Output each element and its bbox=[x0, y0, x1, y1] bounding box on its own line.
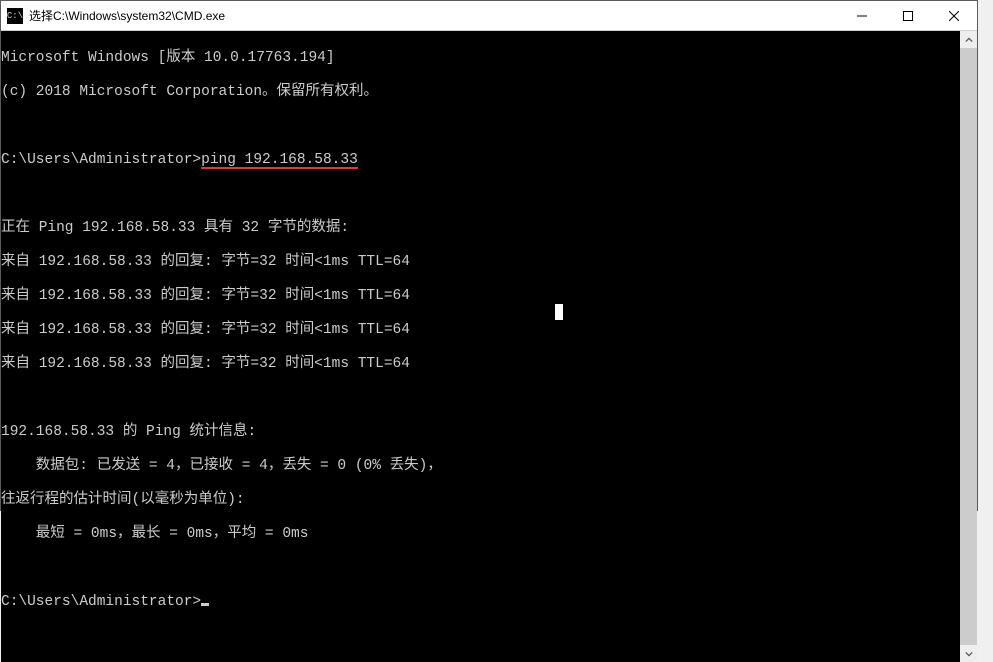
terminal-area: Microsoft Windows [版本 10.0.17763.194] (c… bbox=[1, 31, 977, 662]
maximize-button[interactable] bbox=[885, 1, 931, 30]
ping-reply: 来自 192.168.58.33 的回复: 字节=32 时间<1ms TTL=6… bbox=[1, 288, 960, 305]
titlebar[interactable]: C:\ 选择C:\Windows\system32\CMD.exe bbox=[1, 1, 977, 31]
ping-command: ping 192.168.58.33 bbox=[201, 153, 358, 169]
blank-line bbox=[1, 118, 960, 135]
copyright-line: (c) 2018 Microsoft Corporation。保留所有权利。 bbox=[1, 84, 960, 101]
text-cursor bbox=[201, 603, 209, 606]
cmd-window: C:\ 选择C:\Windows\system32\CMD.exe Micros… bbox=[0, 0, 978, 511]
ping-header: 正在 Ping 192.168.58.33 具有 32 字节的数据: bbox=[1, 220, 960, 237]
prompt-prefix: C:\Users\Administrator> bbox=[1, 594, 201, 610]
stats-packets: 数据包: 已发送 = 4，已接收 = 4，丢失 = 0 (0% 丢失)， bbox=[1, 458, 960, 475]
banner-line: Microsoft Windows [版本 10.0.17763.194] bbox=[1, 50, 960, 67]
prompt-line: C:\Users\Administrator>ping 192.168.58.3… bbox=[1, 152, 960, 169]
blank-line bbox=[1, 560, 960, 577]
rtt-values: 最短 = 0ms，最长 = 0ms，平均 = 0ms bbox=[1, 526, 960, 543]
minimize-button[interactable] bbox=[839, 1, 885, 30]
window-controls bbox=[839, 1, 977, 30]
blank-line bbox=[1, 186, 960, 203]
ping-reply: 来自 192.168.58.33 的回复: 字节=32 时间<1ms TTL=6… bbox=[1, 356, 960, 373]
stats-header: 192.168.58.33 的 Ping 统计信息: bbox=[1, 424, 960, 441]
scroll-thumb[interactable] bbox=[960, 48, 977, 645]
ping-reply: 来自 192.168.58.33 的回复: 字节=32 时间<1ms TTL=6… bbox=[1, 254, 960, 271]
rtt-header: 往返行程的估计时间(以毫秒为单位): bbox=[1, 492, 960, 509]
scroll-up-button[interactable] bbox=[960, 31, 977, 48]
scroll-track[interactable] bbox=[960, 48, 977, 645]
ping-reply: 来自 192.168.58.33 的回复: 字节=32 时间<1ms TTL=6… bbox=[1, 322, 960, 339]
prompt-line: C:\Users\Administrator> bbox=[1, 594, 960, 611]
close-button[interactable] bbox=[931, 1, 977, 30]
vertical-scrollbar[interactable] bbox=[960, 31, 977, 662]
app-icon: C:\ bbox=[7, 8, 23, 24]
prompt-prefix: C:\Users\Administrator> bbox=[1, 152, 201, 168]
scroll-down-button[interactable] bbox=[960, 645, 977, 662]
blank-line bbox=[1, 390, 960, 407]
terminal[interactable]: Microsoft Windows [版本 10.0.17763.194] (c… bbox=[1, 31, 960, 662]
selection-cursor bbox=[555, 304, 563, 320]
window-title: 选择C:\Windows\system32\CMD.exe bbox=[29, 7, 839, 24]
